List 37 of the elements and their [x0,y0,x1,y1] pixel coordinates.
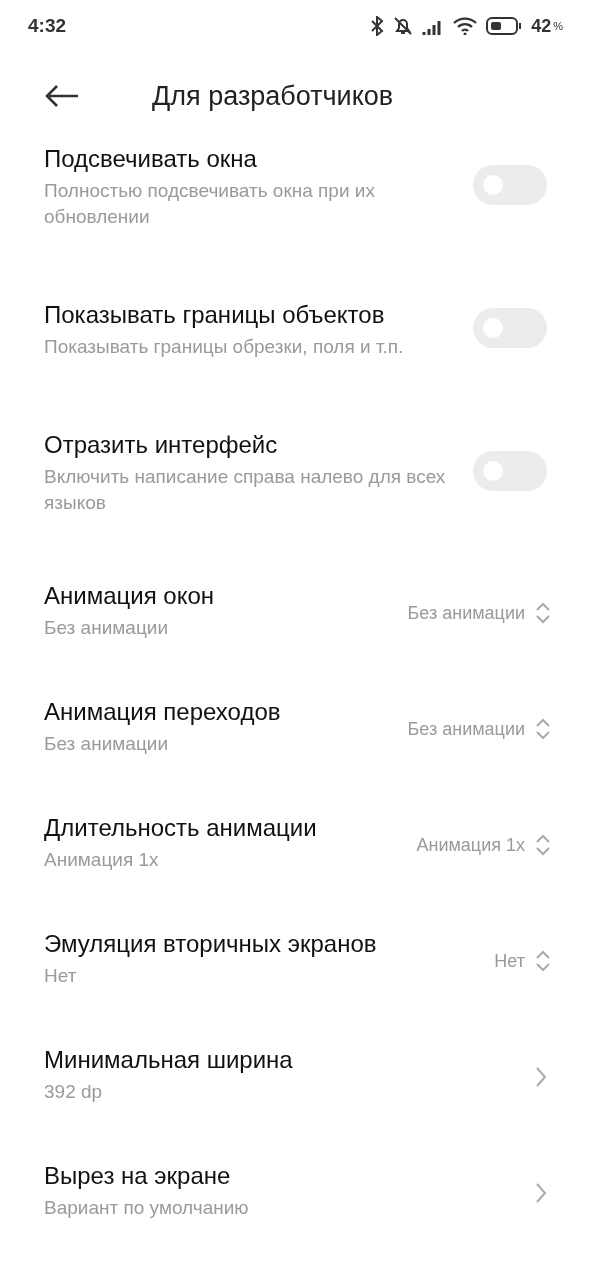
setting-title: Эмуляция вторичных экранов [44,929,378,959]
setting-title: Анимация окон [44,581,216,611]
setting-description: Анимация 1x [44,847,160,872]
chevron-right-icon [535,1182,547,1204]
setting-description: Показывать границы обрезки, поля и т.п. [44,335,405,360]
setting-title: Подсвечивать окна [44,145,258,175]
setting-description: Включить написание справа налево для всех языков [44,465,447,515]
value-selector[interactable]: Анимация 1x [416,833,551,857]
up-down-chevron-icon [535,601,551,625]
back-button[interactable] [44,84,80,108]
setting-title: Вырез на экране [44,1161,232,1191]
chevron-right-icon [535,1066,547,1088]
battery-percent: 42 [531,15,552,37]
page-title: Для разработчиков [152,80,394,112]
value-selector[interactable]: Без анимации [407,717,551,741]
setting-description: Без анимации [44,615,170,640]
battery-icon [486,16,523,36]
up-down-chevron-icon [535,949,551,973]
setting-description: Без анимации [44,731,170,756]
setting-title: Показывать границы объектов [44,301,386,331]
setting-description: Полностью подсвечивать окна при их обновлении [44,179,376,229]
value-selector[interactable]: Нет [494,949,551,973]
setting-description: Вариант по умолчанию [44,1195,250,1220]
status-time: 4:32 [28,15,67,37]
setting-description: 392 dp [44,1079,104,1104]
setting-title: Анимация переходов [44,697,282,727]
value-selector[interactable]: Без анимации [407,601,551,625]
setting-title: Длительность анимации [44,813,318,843]
muted-bell-icon [393,16,414,36]
percent-sign: % [553,20,563,32]
setting-title: Отразить интерфейс [44,431,279,461]
up-down-chevron-icon [535,833,551,857]
wifi-icon [453,17,478,35]
setting-description: Нет [44,963,78,988]
bluetooth-icon [370,16,385,36]
setting-title: Минимальная ширина [44,1045,294,1075]
up-down-chevron-icon [535,717,551,741]
